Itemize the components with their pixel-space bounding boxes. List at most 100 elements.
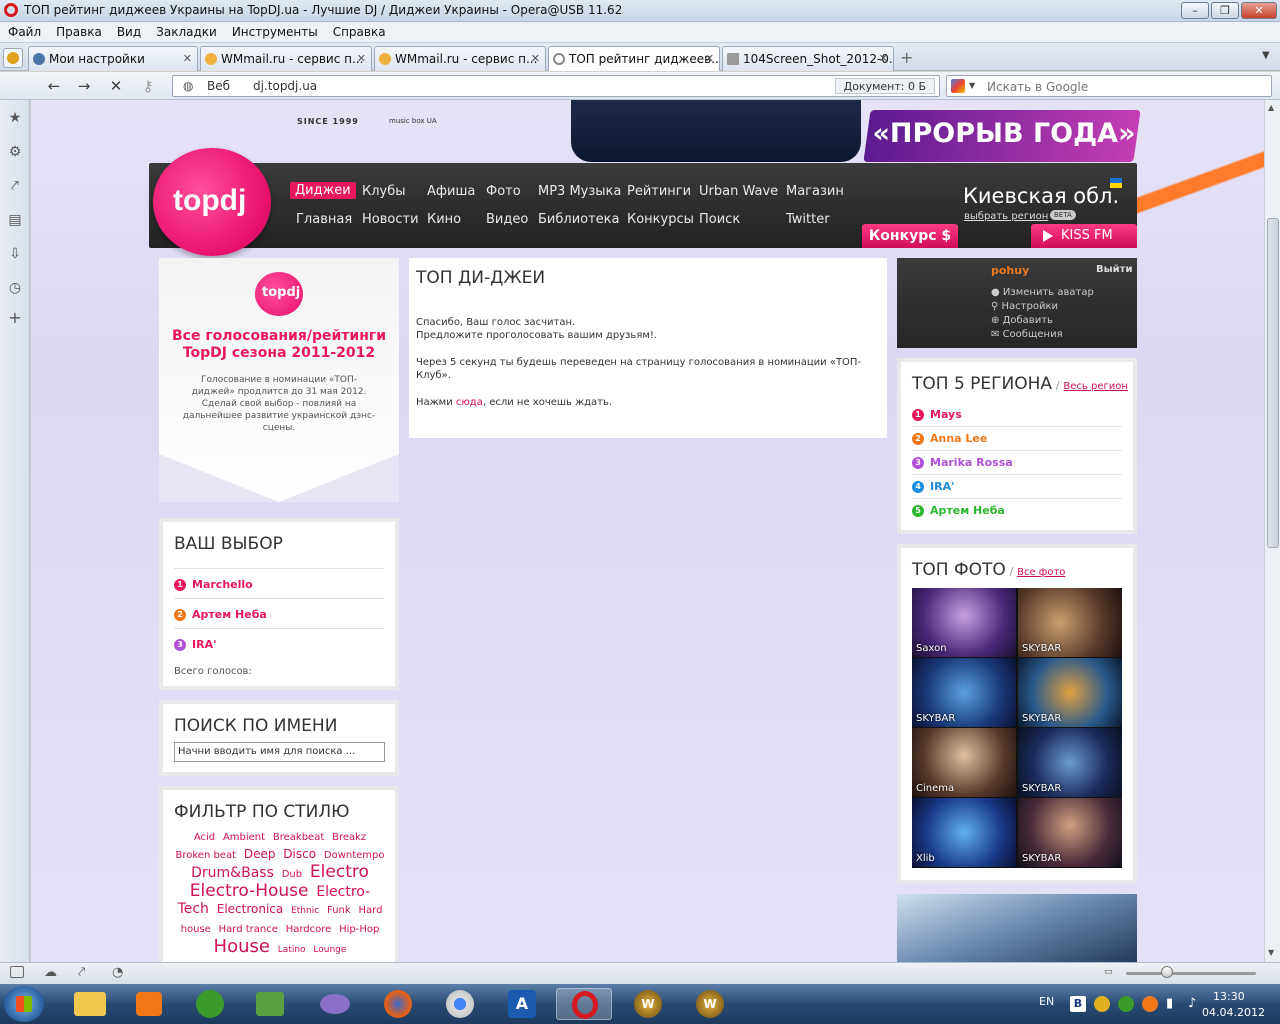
nav-urban-wave[interactable]: Urban Wave: [699, 184, 778, 199]
taskbar-media[interactable]: [122, 988, 178, 1020]
promo-title[interactable]: Все голосования/рейтинги TopDJ сезона 20…: [171, 328, 387, 362]
close-icon[interactable]: ✕: [705, 52, 714, 65]
top5-item[interactable]: 1 Mays: [912, 408, 962, 421]
tab-3[interactable]: ТОП рейтинг диджеев... ✕: [548, 46, 720, 71]
nav-cinema[interactable]: Кино: [427, 212, 461, 227]
panel-toggle-icon[interactable]: [10, 966, 24, 978]
style-tag[interactable]: Breakbeat: [273, 829, 324, 846]
menu-tools[interactable]: Инструменты: [224, 22, 325, 39]
new-tab-button[interactable]: +: [900, 48, 913, 67]
chevron-down-icon[interactable]: ▼: [969, 81, 975, 90]
address-field[interactable]: ◍ Веб dj.topdj.ua Документ: 0 Б: [172, 75, 940, 97]
voting-promo[interactable]: topdj Все голосования/рейтинги TopDJ сез…: [159, 258, 399, 502]
style-tag[interactable]: Drum&Bass: [191, 865, 274, 882]
taskbar-wow2[interactable]: W: [682, 988, 738, 1020]
tab-0[interactable]: Мои настройки ✕: [28, 46, 198, 71]
top5-item[interactable]: 3 Marika Rossa: [912, 456, 1013, 469]
nav-library[interactable]: Библиотека: [538, 212, 620, 227]
promo-image[interactable]: [897, 894, 1137, 962]
close-icon[interactable]: ✕: [357, 52, 366, 65]
nav-news[interactable]: Новости: [362, 212, 419, 227]
stop-button[interactable]: ✕: [104, 76, 128, 96]
photo-thumb[interactable]: Saxon: [912, 588, 1016, 657]
tab-2[interactable]: WMmail.ru - сервис п... ✕: [374, 46, 546, 71]
cloud-icon[interactable]: ☁: [44, 965, 57, 980]
nav-video[interactable]: Видео: [486, 212, 528, 227]
bookmarks-star-icon[interactable]: ★: [7, 110, 23, 126]
zoom-slider-handle[interactable]: [1161, 966, 1173, 978]
username[interactable]: pohuy: [991, 264, 1029, 277]
page-scrollbar[interactable]: ▲ ▼: [1264, 100, 1280, 962]
taskbar-opera[interactable]: [556, 988, 612, 1020]
tray-icon[interactable]: [1118, 996, 1134, 1012]
style-tag[interactable]: Latino: [278, 942, 306, 959]
add-link[interactable]: ⊕ Добавить: [991, 314, 1094, 328]
minimize-button[interactable]: –: [1181, 2, 1209, 19]
close-icon[interactable]: ✕: [879, 52, 888, 65]
top5-item[interactable]: 2 Anna Lee: [912, 432, 987, 445]
close-icon[interactable]: ✕: [183, 52, 192, 65]
language-indicator[interactable]: EN: [1039, 995, 1054, 1008]
name-search-input[interactable]: Начни вводить имя для поиска ...: [174, 742, 385, 762]
add-panel-icon[interactable]: +: [7, 310, 23, 326]
style-tag[interactable]: Hard: [359, 902, 383, 919]
menu-edit[interactable]: Правка: [48, 22, 109, 39]
taskbar-app2[interactable]: [306, 988, 362, 1020]
network-icon[interactable]: ▮: [1166, 996, 1173, 1011]
clock-time[interactable]: 13:30: [1213, 990, 1245, 1003]
maximize-button[interactable]: ❐: [1211, 2, 1239, 19]
taskbar-wow[interactable]: W: [620, 988, 676, 1020]
whole-region-link[interactable]: Весь регион: [1063, 381, 1128, 392]
choice-item[interactable]: 1 Marchello: [174, 578, 253, 591]
tab-4[interactable]: 104Screen_Shot_2012-0... ✕: [722, 46, 894, 71]
menu-file[interactable]: Файл: [0, 22, 48, 39]
nav-mp3[interactable]: MP3 Музыка: [538, 184, 621, 199]
vk-tray-icon[interactable]: B: [1070, 996, 1086, 1012]
tab-menu-icon[interactable]: ▼: [1262, 50, 1270, 61]
style-tag[interactable]: Electronica: [217, 901, 284, 918]
logout-link[interactable]: Выйти: [1096, 264, 1132, 275]
photo-thumb[interactable]: Cinema: [912, 728, 1016, 797]
zoom-slider[interactable]: [1126, 972, 1256, 975]
menu-view[interactable]: Вид: [109, 22, 148, 39]
scroll-down-icon[interactable]: ▼: [1268, 948, 1274, 957]
nav-contests[interactable]: Конкурсы: [627, 212, 694, 227]
share-icon[interactable]: ⤤: [7, 178, 23, 194]
style-tag[interactable]: Hardcore: [286, 921, 332, 938]
nav-shop[interactable]: Магазин: [786, 184, 844, 199]
style-tag[interactable]: Electro: [310, 864, 369, 881]
style-tag[interactable]: Lounge: [313, 942, 346, 959]
nav-ratings[interactable]: Рейтинги: [627, 184, 691, 199]
style-tag[interactable]: Ethnic: [291, 903, 319, 920]
all-photos-link[interactable]: Все фото: [1017, 567, 1065, 578]
choice-item[interactable]: 3 IRA': [174, 638, 216, 651]
taskbar-utorrent[interactable]: [182, 988, 238, 1020]
style-tag[interactable]: Ambient: [223, 829, 265, 846]
menu-bookmarks[interactable]: Закладки: [148, 22, 224, 39]
style-tag[interactable]: Breakz: [332, 829, 366, 846]
style-tag[interactable]: house: [181, 921, 211, 938]
scroll-up-icon[interactable]: ▲: [1268, 103, 1274, 112]
photo-thumb[interactable]: SKYBAR: [1018, 728, 1122, 797]
taskbar-explorer[interactable]: [62, 988, 118, 1020]
key-icon[interactable]: ⚷: [136, 76, 160, 96]
taskbar-app[interactable]: [242, 988, 298, 1020]
style-tag[interactable]: Acid: [194, 829, 215, 846]
history-icon[interactable]: ◷: [7, 280, 23, 296]
back-button[interactable]: ←: [42, 76, 66, 96]
photo-thumb[interactable]: SKYBAR: [1018, 658, 1122, 727]
site-logo[interactable]: topdj: [153, 148, 271, 256]
taskbar-chrome[interactable]: [432, 988, 488, 1020]
tray-icon[interactable]: [1142, 996, 1158, 1012]
photo-thumb[interactable]: SKYBAR: [912, 658, 1016, 727]
style-tag[interactable]: Tech: [178, 901, 209, 918]
kissfm-button[interactable]: KISS FM: [1031, 224, 1137, 248]
style-tag[interactable]: Electro-: [316, 884, 370, 901]
search-field[interactable]: ▼ Искать в Google: [946, 75, 1272, 97]
messages-link[interactable]: ✉ Сообщения: [991, 328, 1094, 342]
skip-link[interactable]: сюда: [456, 397, 483, 408]
photo-thumb[interactable]: SKYBAR: [1018, 588, 1122, 657]
contest-button[interactable]: Конкурс $: [862, 224, 958, 248]
style-tag[interactable]: Funk: [327, 902, 351, 919]
turbo-icon[interactable]: ◔: [112, 965, 123, 980]
